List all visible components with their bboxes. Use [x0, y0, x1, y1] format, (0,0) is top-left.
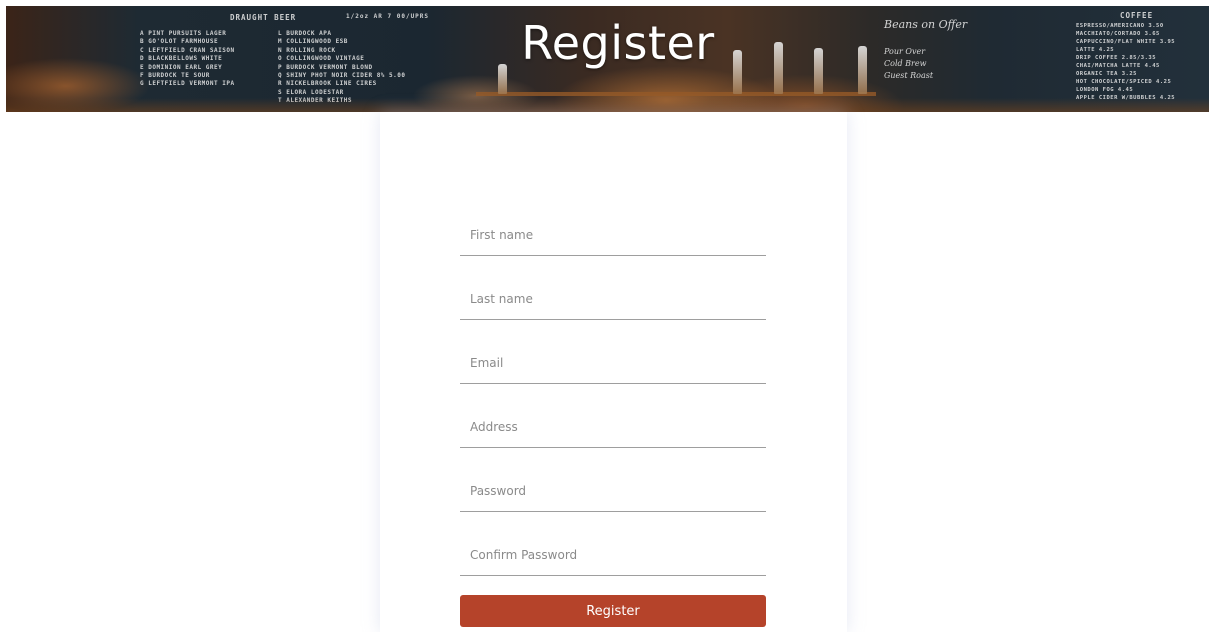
coffee-menu-item: LONDON FOG 4.45	[1076, 87, 1134, 93]
chalk-menu-item: Guest Roast	[884, 71, 934, 80]
page-title: Register	[521, 16, 715, 70]
draught-menu-item: G LEFTFIELD VERMONT IPA	[140, 80, 235, 88]
confirm-password-input[interactable]	[460, 535, 766, 575]
coffee-menu-item: ORGANIC TEA 3.25	[1076, 71, 1137, 77]
draught-menu-item: F BURDOCK TE SOUR	[140, 72, 210, 80]
last-name-field	[460, 279, 766, 320]
password-field	[460, 471, 766, 512]
address-input[interactable]	[460, 407, 766, 447]
draught-menu-item: R NICKELBROOK LINE CIRES	[278, 80, 377, 88]
register-button[interactable]: Register	[460, 595, 766, 627]
email-field	[460, 343, 766, 384]
draught-menu-item: Q SHINY PHOT NOIR CIDER 8% 5.00	[278, 72, 406, 80]
coffee-menu-item: HOT CHOCOLATE/SPICED 4.25	[1076, 79, 1172, 85]
first-name-input[interactable]	[460, 215, 766, 255]
register-page: DRAUGHT BEER 1/2oz AR 7 00/UPRS A PINT P…	[0, 0, 1215, 632]
header-banner: DRAUGHT BEER 1/2oz AR 7 00/UPRS A PINT P…	[6, 6, 1209, 112]
draught-menu-item: S ELORA LODESTAR	[278, 88, 344, 96]
first-name-field	[460, 215, 766, 256]
address-field	[460, 407, 766, 448]
confirm-password-field	[460, 535, 766, 576]
coffee-menu-item: APPLE CIDER W/BUBBLES 4.25	[1076, 95, 1176, 101]
registration-form: Register	[380, 112, 847, 632]
draught-menu-item: T ALEXANDER KEITHS	[278, 97, 353, 105]
email-input[interactable]	[460, 343, 766, 383]
password-input[interactable]	[460, 471, 766, 511]
last-name-input[interactable]	[460, 279, 766, 319]
